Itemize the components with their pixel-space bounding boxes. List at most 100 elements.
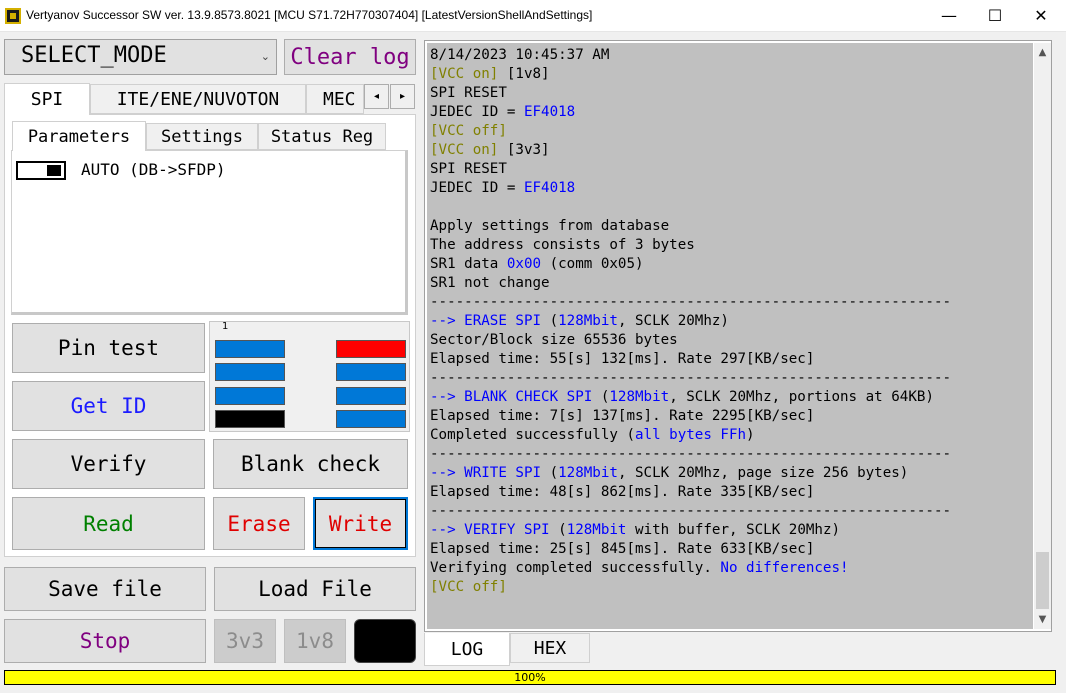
verify-button[interactable]: Verify [12, 439, 205, 489]
title-bar: Vertyanov Successor SW ver. 13.9.8573.80… [0, 0, 1066, 32]
log-segment: Completed successfully ( [430, 427, 635, 443]
pin-indicator [215, 363, 285, 381]
log-segment: Elapsed time: 7[s] 137[ms]. Rate 2295[KB… [430, 408, 815, 424]
log-segment: ( [549, 522, 567, 538]
maximize-button[interactable]: ☐ [972, 0, 1018, 31]
log-segment: [1v8] [498, 66, 550, 82]
tab-mec[interactable]: MEC [306, 84, 364, 114]
log-segment: Verifying completed successfully. [430, 560, 721, 576]
log-scrollbar[interactable] [1034, 43, 1051, 629]
log-segment: Elapsed time: 55[s] 132[ms]. Rate 297[KB… [430, 351, 815, 367]
log-segment: ( [541, 465, 559, 481]
log-segment: ----------------------------------------… [430, 294, 952, 310]
log-segment [430, 199, 439, 215]
log-segment: No differences! [720, 560, 849, 576]
write-button[interactable]: Write [313, 497, 408, 550]
log-line: Elapsed time: 25[s] 845[ms]. Rate 633[KB… [430, 540, 951, 559]
log-segment: (comm 0x05) [541, 256, 644, 272]
toggle-knob [47, 165, 61, 176]
log-line: JEDEC ID = EF4018 [430, 179, 951, 198]
pin-indicator [336, 363, 406, 381]
blank-check-button[interactable]: Blank check [213, 439, 408, 489]
pin-indicator [215, 340, 285, 358]
log-segment: Sector/Block size 65536 bytes [430, 332, 678, 348]
pin-indicator [215, 387, 285, 405]
log-line: 8/14/2023 10:45:37 AM [430, 46, 951, 65]
log-segment: The address consists of 3 bytes [430, 237, 695, 253]
log-segment: 0x00 [506, 256, 542, 272]
log-line: --> VERIFY SPI (128Mbit with buffer, SCL… [430, 521, 951, 540]
tab-spi[interactable]: SPI [4, 83, 90, 115]
log-line: [VCC off] [430, 122, 951, 141]
close-button[interactable]: ✕ [1018, 0, 1064, 31]
log-line: Elapsed time: 55[s] 132[ms]. Rate 297[KB… [430, 350, 951, 369]
log-segment: [VCC on] [430, 142, 499, 158]
color-indicator[interactable] [354, 619, 416, 663]
stop-button[interactable]: Stop [4, 619, 206, 663]
subtab-status-reg[interactable]: Status Reg [258, 123, 386, 150]
voltage-3v3-button[interactable]: 3v3 [214, 619, 276, 663]
pin-panel-label: 1 [222, 321, 229, 332]
subtab-parameters[interactable]: Parameters [12, 121, 146, 151]
log-segment: SR1 data [430, 256, 507, 272]
read-button[interactable]: Read [12, 497, 205, 550]
load-file-button[interactable]: Load File [214, 567, 416, 611]
pin-test-button[interactable]: Pin test [12, 323, 205, 373]
pin-indicator [336, 387, 406, 405]
tab-scroll-left-button[interactable]: ◂ [364, 84, 389, 109]
log-segment: 128Mbit [566, 522, 627, 538]
log-segment: JEDEC ID = [430, 180, 524, 196]
log-line: --> ERASE SPI (128Mbit, SCLK 20Mhz) [430, 312, 951, 331]
tab-log[interactable]: LOG [424, 633, 510, 666]
auto-label: AUTO (DB->SFDP) [81, 160, 226, 179]
log-line: SR1 not change [430, 274, 951, 293]
log-line: --> BLANK CHECK SPI (128Mbit, SCLK 20Mhz… [430, 388, 951, 407]
log-line: JEDEC ID = EF4018 [430, 103, 951, 122]
tab-ite-ene-nuvoton[interactable]: ITE/ENE/NUVOTON [90, 84, 306, 114]
log-segment: --> WRITE SPI [430, 465, 542, 481]
progress-bar: 100% [4, 670, 1056, 685]
get-id-button[interactable]: Get ID [12, 381, 205, 431]
auto-toggle[interactable] [16, 161, 66, 180]
log-segment: ( [592, 389, 610, 405]
voltage-1v8-button[interactable]: 1v8 [284, 619, 346, 663]
log-segment: --> VERIFY SPI [430, 522, 550, 538]
scroll-up-icon[interactable]: ▲ [1034, 44, 1051, 61]
log-line: Sector/Block size 65536 bytes [430, 331, 951, 350]
log-line: Verifying completed successfully. No dif… [430, 559, 951, 578]
tab-scroll-right-button[interactable]: ▸ [390, 84, 415, 109]
log-line: ----------------------------------------… [430, 445, 951, 464]
log-line: The address consists of 3 bytes [430, 236, 951, 255]
log-segment: [VCC on] [430, 66, 499, 82]
log-line: Elapsed time: 48[s] 862[ms]. Rate 335[KB… [430, 483, 951, 502]
log-segment: SPI RESET [430, 161, 507, 177]
clear-log-button[interactable]: Clear log [284, 39, 416, 75]
log-line: SR1 data 0x00 (comm 0x05) [430, 255, 951, 274]
log-segment: ----------------------------------------… [430, 446, 952, 462]
log-segment: ----------------------------------------… [430, 370, 952, 386]
log-lines: 8/14/2023 10:45:37 AM [VCC on] [1v8] SPI R… [430, 46, 951, 597]
minimize-button[interactable]: — [926, 0, 972, 31]
log-area[interactable]: 8/14/2023 10:45:37 AM [VCC on] [1v8] SPI R… [427, 43, 1033, 629]
log-line [430, 198, 951, 217]
erase-button[interactable]: Erase [213, 497, 305, 550]
log-segment: , SCLK 20Mhz) [617, 313, 729, 329]
scroll-down-icon[interactable]: ▼ [1034, 611, 1051, 628]
tab-hex[interactable]: HEX [510, 633, 590, 663]
log-line: ----------------------------------------… [430, 293, 951, 312]
log-segment: EF4018 [523, 104, 576, 120]
log-line: [VCC off] [430, 578, 951, 597]
log-segment: , SCLK 20Mhz, page size 256 bytes) [617, 465, 909, 481]
log-segment: ) [746, 427, 755, 443]
log-line: Elapsed time: 7[s] 137[ms]. Rate 2295[KB… [430, 407, 951, 426]
window-title: Vertyanov Successor SW ver. 13.9.8573.80… [26, 8, 593, 22]
log-segment: --> BLANK CHECK SPI [430, 389, 593, 405]
subtab-settings[interactable]: Settings [146, 123, 258, 150]
save-file-button[interactable]: Save file [4, 567, 206, 611]
scroll-thumb[interactable] [1036, 552, 1049, 609]
log-segment: Elapsed time: 25[s] 845[ms]. Rate 633[KB… [430, 541, 815, 557]
log-segment: [VCC off] [430, 579, 507, 595]
log-line: SPI RESET [430, 84, 951, 103]
log-segment: [3v3] [498, 142, 550, 158]
mode-select[interactable]: SELECT_MODE ⌄ [4, 39, 277, 75]
